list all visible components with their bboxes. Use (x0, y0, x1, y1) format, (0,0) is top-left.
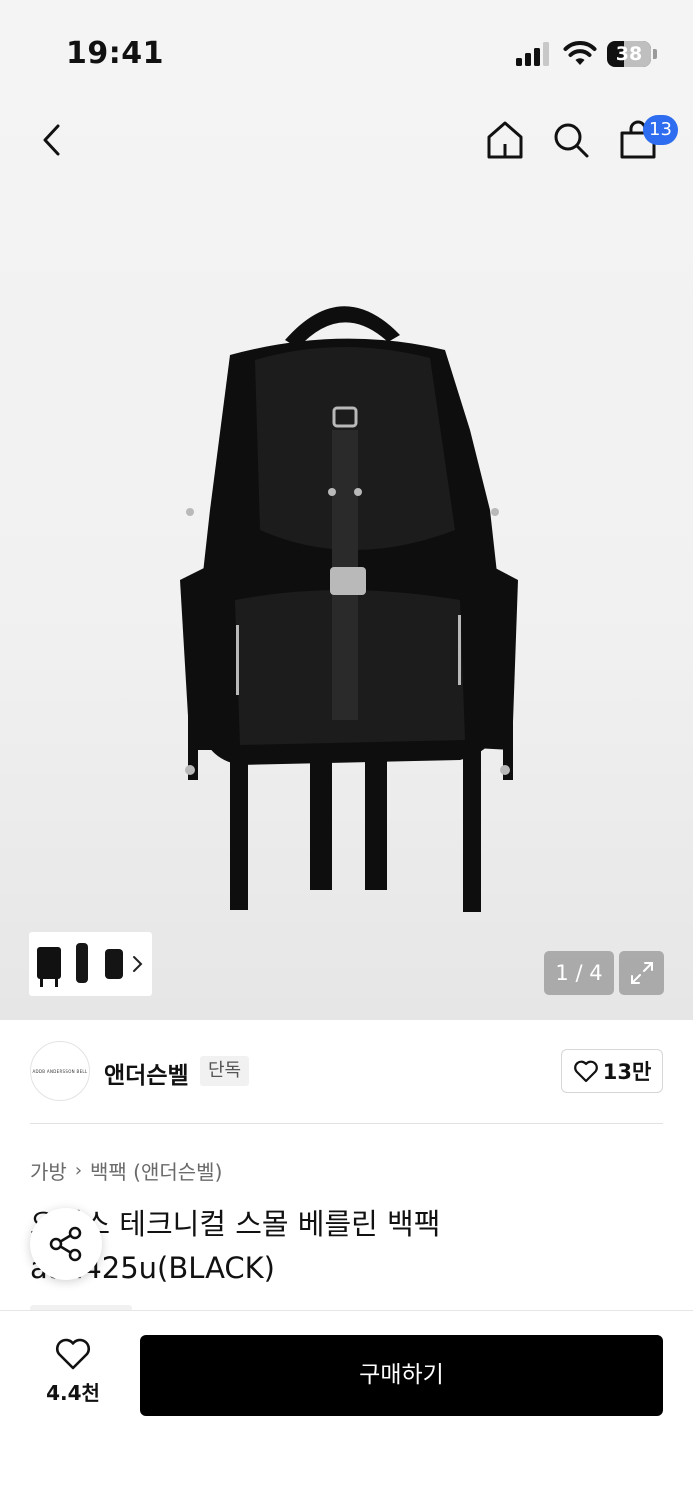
wifi-icon (563, 41, 597, 65)
product-image[interactable] (160, 280, 540, 920)
breadcrumb-item-category[interactable]: 가방 (30, 1156, 67, 1185)
divider (30, 1123, 663, 1124)
chevron-right-icon (133, 956, 143, 972)
battery-level: 38 (615, 43, 643, 65)
home-button[interactable] (477, 112, 533, 168)
status-bar: 19:41 38 (0, 0, 693, 100)
breadcrumb-item-subcategory[interactable]: 백팩 (앤더슨벨) (90, 1156, 222, 1185)
battery-icon: 38 (607, 41, 657, 67)
brand-logo[interactable]: ADDB ANDERSSON BELL (30, 1041, 90, 1101)
image-page-counter: 1 / 4 (544, 951, 614, 995)
brand-like-button[interactable]: 13만 (561, 1049, 663, 1093)
expand-button[interactable] (619, 951, 664, 995)
status-time: 19:41 (66, 36, 164, 71)
breadcrumb-separator-icon: › (74, 1160, 83, 1181)
breadcrumb: 가방 › 백팩 (앤더슨벨) (30, 1156, 222, 1185)
home-icon (487, 121, 523, 159)
exclusive-badge: 단독 (200, 1056, 250, 1086)
wishlist-button[interactable]: 4.4천 (30, 1337, 116, 1411)
thumbnail-strip[interactable] (29, 932, 152, 996)
bottom-action-bar: 4.4천 구매하기 (0, 1310, 693, 1500)
thumbnail-front[interactable] (34, 937, 64, 991)
share-icon (49, 1226, 82, 1262)
product-title: 오닉스 테크니컬 스몰 베를린 백팩 aaa425u(BLACK) (30, 1207, 441, 1285)
buy-button[interactable]: 구매하기 (140, 1335, 663, 1416)
heart-icon (573, 1060, 598, 1083)
cart-count-badge: 13 (643, 115, 678, 145)
share-button[interactable] (30, 1208, 102, 1280)
thumbnail-angle[interactable] (98, 937, 128, 991)
brand-row: ADDB ANDERSSON BELL 앤더슨벨 단독 13만 (0, 1020, 693, 1124)
thumbnail-side[interactable] (66, 937, 96, 991)
brand-logo-text: ADDB ANDERSSON BELL (32, 1068, 88, 1074)
top-navigation: 13 (0, 108, 693, 172)
expand-icon (630, 962, 653, 984)
search-button[interactable] (543, 112, 599, 168)
chevron-left-icon (43, 124, 60, 156)
wishlist-count: 4.4천 (46, 1381, 100, 1405)
search-icon (554, 123, 589, 158)
product-gallery[interactable]: 19:41 38 13 1 / 4 (0, 0, 693, 1020)
cellular-signal-icon (516, 42, 552, 66)
heart-icon (56, 1338, 90, 1370)
cart-button[interactable]: 13 (610, 112, 678, 168)
brand-name[interactable]: 앤더슨벨 (104, 1056, 189, 1090)
brand-like-count: 13만 (602, 1060, 652, 1084)
back-button[interactable] (24, 112, 80, 168)
